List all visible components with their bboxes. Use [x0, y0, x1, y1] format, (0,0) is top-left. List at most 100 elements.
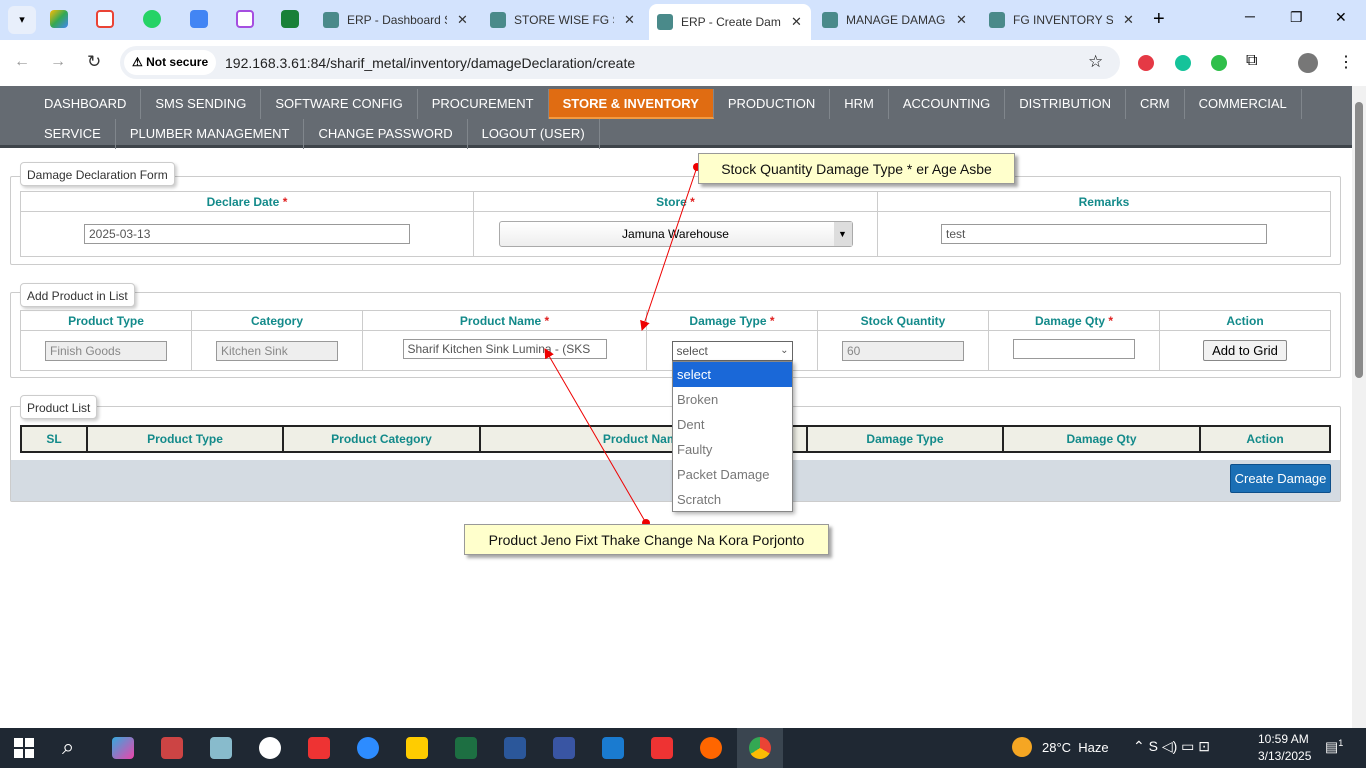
nav-dashboard[interactable]: DASHBOARD	[30, 89, 142, 119]
sheets-icon[interactable]	[281, 10, 299, 28]
bookmark-star-icon[interactable]: ☆	[1088, 52, 1103, 72]
option-broken[interactable]: Broken	[673, 387, 792, 412]
nav-crm[interactable]: CRM	[1126, 89, 1185, 119]
nav-hrm[interactable]: HRM	[830, 89, 889, 119]
clock-time[interactable]: 10:59 AM	[1258, 732, 1309, 746]
nav-accounting[interactable]: ACCOUNTING	[889, 89, 1006, 119]
annotation-bottom: Product Jeno Fixt Thake Change Na Kora P…	[464, 524, 829, 555]
nav-production[interactable]: PRODUCTION	[714, 89, 831, 119]
search-icon[interactable]: ⌕	[62, 734, 74, 760]
close-tab-icon[interactable]: ✕	[791, 14, 802, 30]
security-chip[interactable]: ⚠ Not secure	[124, 50, 217, 75]
nav-change-password[interactable]: CHANGE PASSWORD	[304, 119, 468, 149]
product-name-input[interactable]: Sharif Kitchen Sink Lumina - (SKS	[402, 339, 607, 359]
action-header: Action	[1159, 310, 1331, 331]
nav-distribution[interactable]: DISTRIBUTION	[1005, 89, 1126, 119]
tab-search-button[interactable]: ▾	[8, 6, 36, 34]
product-list-legend: Product List	[20, 395, 98, 419]
tab-erp-dashboard[interactable]: ERP - Dashboard S ✕	[315, 6, 480, 34]
damage-type-select[interactable]: select ⌄	[671, 340, 793, 361]
tab-fg-inventory[interactable]: FG INVENTORY ST ✕	[981, 6, 1141, 34]
copilot-icon[interactable]	[112, 737, 134, 759]
warning-icon: ⚠	[132, 55, 147, 69]
clock-date[interactable]: 3/13/2025	[1258, 749, 1311, 763]
forward-icon[interactable]: →	[50, 53, 66, 71]
windows-start-icon[interactable]	[14, 738, 34, 758]
category-input: Kitchen Sink	[216, 340, 338, 361]
word-icon[interactable]	[504, 737, 526, 759]
nav-service[interactable]: SERVICE	[30, 119, 116, 149]
whatsapp-icon[interactable]	[143, 10, 161, 28]
close-tab-icon[interactable]: ✕	[956, 12, 967, 28]
visio-icon[interactable]	[553, 737, 575, 759]
remarks-header: Remarks	[877, 191, 1331, 212]
app-icon[interactable]	[236, 10, 254, 28]
tab-create-damage[interactable]: ERP - Create Dam ✕	[649, 4, 811, 40]
sticky-notes-icon[interactable]	[406, 737, 428, 759]
close-window-icon[interactable]: ✕	[1335, 9, 1347, 26]
reload-icon[interactable]: ↻	[87, 52, 101, 72]
maximize-icon[interactable]: ❐	[1290, 9, 1303, 26]
nav-sms-sending[interactable]: SMS SENDING	[141, 89, 262, 119]
app-s-icon[interactable]	[602, 737, 624, 759]
close-tab-icon[interactable]: ✕	[457, 12, 468, 28]
remarks-input[interactable]: test	[941, 224, 1267, 244]
product-type-input: Finish Goods	[45, 340, 167, 361]
scrollbar-thumb[interactable]	[1355, 102, 1363, 378]
excel-icon[interactable]	[455, 737, 477, 759]
system-tray-icons[interactable]: ⌃ S ◁) ▭ ⊡	[1133, 738, 1210, 755]
damage-type-header: Damage Type	[806, 425, 1004, 453]
chrome-icon[interactable]	[749, 737, 771, 759]
product-category-header: Product Category	[282, 425, 481, 453]
option-packet-damage[interactable]: Packet Damage	[673, 462, 792, 487]
zoom-icon[interactable]	[357, 737, 379, 759]
calendar-icon[interactable]	[190, 10, 208, 28]
option-faulty[interactable]: Faulty	[673, 437, 792, 462]
option-scratch[interactable]: Scratch	[673, 487, 792, 512]
new-tab-icon[interactable]: +	[1153, 8, 1165, 31]
nav-procurement[interactable]: PROCUREMENT	[418, 89, 549, 119]
option-dent[interactable]: Dent	[673, 412, 792, 437]
url-text[interactable]: 192.168.3.61:84/sharif_metal/inventory/d…	[225, 55, 635, 71]
nav-logout-user[interactable]: LOGOUT (USER)	[468, 119, 600, 149]
tab-store-wise[interactable]: STORE WISE FG ST✕	[482, 6, 647, 34]
nav-software-config[interactable]: SOFTWARE CONFIG	[261, 89, 418, 119]
app-icon[interactable]	[210, 737, 232, 759]
nav-plumber-management[interactable]: PLUMBER MANAGEMENT	[116, 119, 305, 149]
product-type-header: Product Type	[86, 425, 284, 453]
stock-quantity-input: 60	[842, 340, 964, 361]
gmail-icon[interactable]	[96, 10, 114, 28]
grammarly-icon[interactable]	[1175, 55, 1191, 71]
whatsapp-icon[interactable]	[259, 737, 281, 759]
back-icon[interactable]: ←	[14, 53, 30, 71]
tab-manage-damage[interactable]: MANAGE DAMAGE ✕	[814, 6, 979, 34]
option-select[interactable]: select	[673, 362, 792, 387]
close-tab-icon[interactable]: ✕	[624, 12, 635, 28]
browser-menu-icon[interactable]: ⋮	[1338, 52, 1354, 72]
add-product-legend: Add Product in List	[20, 283, 135, 307]
notifications-icon[interactable]: ▤1	[1325, 738, 1343, 756]
weather-text[interactable]: 28°C Haze	[1042, 740, 1109, 755]
erp-favicon-icon	[490, 12, 506, 28]
sl-header: SL	[20, 425, 88, 453]
app-icon[interactable]	[161, 737, 183, 759]
extensions-puzzle-icon[interactable]: ⧉	[1246, 52, 1257, 70]
profile-avatar[interactable]	[1298, 53, 1318, 73]
create-damage-button[interactable]: Create Damage	[1230, 464, 1331, 493]
product-type-header: Product Type	[20, 310, 192, 331]
close-tab-icon[interactable]: ✕	[1123, 12, 1134, 28]
extension-green-icon[interactable]	[1211, 55, 1227, 71]
google-drive-icon[interactable]	[50, 10, 68, 28]
nav-store-inventory[interactable]: STORE & INVENTORY	[548, 89, 714, 119]
extension-red-icon[interactable]	[1138, 55, 1154, 71]
nav-commercial[interactable]: COMMERCIAL	[1185, 89, 1302, 119]
store-select[interactable]: Jamuna Warehouse ▼	[498, 221, 853, 247]
damage-qty-input[interactable]	[1013, 339, 1135, 359]
firefox-icon[interactable]	[700, 737, 722, 759]
declare-date-input[interactable]: 2025-03-13	[84, 224, 410, 244]
anydesk-icon[interactable]	[651, 737, 673, 759]
app-icon[interactable]	[308, 737, 330, 759]
add-to-grid-button[interactable]: Add to Grid	[1203, 340, 1287, 361]
chevron-down-icon: ⌄	[780, 344, 789, 356]
minimize-icon[interactable]: ─	[1245, 8, 1255, 24]
